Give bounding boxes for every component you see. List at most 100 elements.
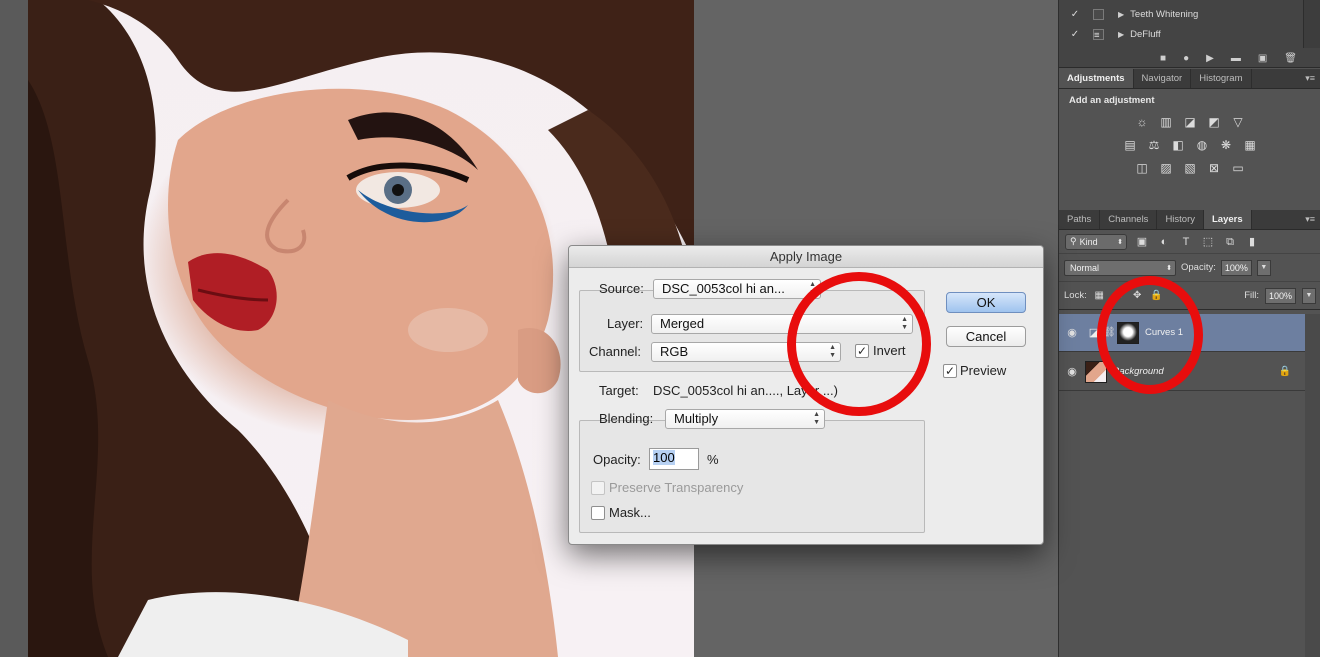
threshold-icon[interactable]: ▧	[1183, 161, 1198, 175]
layer-thumbnail	[1085, 360, 1107, 383]
fill-slider-button[interactable]: ▼	[1302, 287, 1316, 304]
opacity-input[interactable]: 100%	[1220, 259, 1252, 276]
fill-input[interactable]: 100%	[1264, 287, 1296, 304]
target-value: DSC_0053col hi an...., Layer ...)	[653, 383, 838, 398]
stepper-arrows-icon: ▲ ▼	[829, 344, 836, 359]
layer-label: Layer:	[607, 316, 644, 331]
blending-popup[interactable]: Multiply ▲ ▼	[665, 409, 825, 429]
mask-label: Mask...	[609, 505, 651, 520]
preserve-transparency-checkbox[interactable]	[591, 481, 605, 495]
layers-scrollbar[interactable]	[1305, 314, 1320, 657]
exposure-icon[interactable]: ◩	[1207, 115, 1222, 129]
color-balance-icon[interactable]: ⚖	[1147, 138, 1162, 152]
tab-navigator[interactable]: Navigator	[1134, 69, 1192, 88]
action-row[interactable]: ✓ ▶ Teeth Whitening	[1059, 4, 1303, 24]
preserve-transparency-label: Preserve Transparency	[609, 480, 744, 495]
new-action-icon[interactable]: ▣	[1258, 53, 1267, 64]
invert-checkbox[interactable]: ✓	[855, 344, 869, 358]
visibility-eye-icon[interactable]: ◉	[1059, 326, 1085, 339]
black-white-icon[interactable]: ◧	[1171, 138, 1186, 152]
dialog-toggle-box[interactable]: ≡	[1093, 28, 1104, 41]
vibrance-icon[interactable]: ▽	[1231, 115, 1246, 129]
cancel-button[interactable]: Cancel	[946, 326, 1026, 347]
actions-scrollbar[interactable]	[1303, 0, 1320, 48]
link-chain-icon[interactable]: ⛓	[1103, 327, 1116, 338]
opacity-value: 100	[653, 450, 675, 465]
lock-transparent-icon[interactable]: ▦	[1093, 289, 1106, 302]
mask-checkbox[interactable]	[591, 506, 605, 520]
action-toggle-check[interactable]: ✓	[1067, 29, 1083, 40]
color-lookup-icon[interactable]: ▦	[1243, 138, 1258, 152]
layer-row-curves[interactable]: ◉ ◪ ⛓ Curves 1	[1059, 314, 1305, 352]
expand-triangle-icon[interactable]: ▶	[1118, 10, 1124, 19]
layer-name: Background	[1113, 366, 1164, 377]
shape-filter-icon[interactable]: ⬚	[1201, 235, 1215, 249]
tab-paths[interactable]: Paths	[1059, 210, 1101, 229]
levels-icon[interactable]: ▥	[1159, 115, 1174, 129]
tab-layers[interactable]: Layers	[1204, 210, 1252, 229]
filter-toggle-icon[interactable]: ▮	[1245, 235, 1259, 249]
stop-icon[interactable]: ■	[1160, 53, 1166, 64]
curves-adjustment-icon: ◪	[1088, 327, 1100, 339]
delete-icon[interactable]: 🗑	[1284, 53, 1297, 64]
adjustment-icons-row: ◫ ▨ ▧ ⊠ ▭	[1059, 161, 1320, 175]
record-icon[interactable]: ●	[1183, 53, 1189, 64]
lock-position-icon[interactable]: ✥	[1131, 289, 1144, 302]
actions-panel: ✓ ▶ Teeth Whitening ✓ ≡ ▶ DeFluff ■ ● ▶ …	[1059, 0, 1320, 68]
pixel-filter-icon[interactable]: ▣	[1135, 235, 1149, 249]
blending-label: Blending:	[599, 411, 654, 426]
brightness-contrast-icon[interactable]: ☼	[1135, 115, 1150, 129]
opacity-slider-button[interactable]: ▼	[1256, 259, 1271, 276]
channel-popup[interactable]: RGB ▲ ▼	[651, 342, 841, 362]
smart-object-filter-icon[interactable]: ⧉	[1223, 235, 1237, 249]
selective-color-icon[interactable]: ⊠	[1207, 161, 1222, 175]
panel-menu-icon[interactable]: ▾≡	[1299, 210, 1320, 229]
stepper-arrows-icon: ⬍	[1117, 238, 1123, 246]
stepper-arrows-icon: ▲ ▼	[809, 281, 816, 296]
actions-toolbar: ■ ● ▶ ▬ ▣ 🗑	[1059, 48, 1303, 68]
action-toggle-check[interactable]: ✓	[1067, 9, 1083, 20]
action-row[interactable]: ✓ ≡ ▶ DeFluff	[1059, 24, 1303, 44]
layer-row-background[interactable]: ◉ Background 🔒	[1059, 353, 1305, 391]
new-set-icon[interactable]: ▬	[1231, 53, 1241, 64]
dialog-toggle-box[interactable]	[1093, 8, 1104, 20]
photo-filter-icon[interactable]: ◍	[1195, 138, 1210, 152]
opacity-field[interactable]: 100	[649, 448, 699, 470]
expand-triangle-icon[interactable]: ▶	[1118, 30, 1124, 39]
lock-all-icon[interactable]: 🔒	[1150, 289, 1163, 302]
dialog-title: Apply Image	[569, 246, 1043, 268]
tab-histogram[interactable]: Histogram	[1191, 69, 1252, 88]
blend-mode-dropdown[interactable]: Normal ⬍	[1064, 259, 1176, 276]
panel-menu-icon[interactable]: ▾≡	[1299, 69, 1320, 88]
source-popup[interactable]: DSC_0053col hi an... ▲ ▼	[653, 279, 821, 299]
kind-filter-dropdown[interactable]: ⚲ Kind ⬍	[1065, 233, 1127, 250]
source-value: DSC_0053col hi an...	[662, 281, 785, 296]
lock-image-icon[interactable]: ✎	[1112, 289, 1125, 302]
channel-label: Channel:	[589, 344, 642, 359]
play-icon[interactable]: ▶	[1206, 53, 1214, 64]
layer-popup[interactable]: Merged ▲ ▼	[651, 314, 913, 334]
channel-mixer-icon[interactable]: ❋	[1219, 138, 1234, 152]
posterize-icon[interactable]: ▨	[1159, 161, 1174, 175]
type-filter-icon[interactable]: T	[1179, 235, 1193, 249]
ok-button[interactable]: OK	[946, 292, 1026, 313]
tab-channels[interactable]: Channels	[1100, 210, 1158, 229]
layer-mask-thumbnail[interactable]	[1117, 321, 1139, 344]
stepper-arrows-icon: ▲ ▼	[901, 316, 908, 331]
tab-history[interactable]: History	[1157, 210, 1204, 229]
curves-icon[interactable]: ◪	[1183, 115, 1198, 129]
blend-row: Normal ⬍ Opacity: 100% ▼	[1059, 254, 1320, 282]
apply-image-dialog: Apply Image Source: DSC_0053col hi an...…	[568, 245, 1044, 545]
tab-adjustments[interactable]: Adjustments	[1059, 69, 1134, 88]
channel-value: RGB	[660, 344, 689, 359]
invert-icon[interactable]: ◫	[1135, 161, 1150, 175]
adjustment-icons-row: ☼ ▥ ◪ ◩ ▽	[1059, 115, 1320, 129]
gradient-map-icon[interactable]: ▭	[1231, 161, 1246, 175]
visibility-eye-icon[interactable]: ◉	[1059, 365, 1085, 378]
layer-name: Curves 1	[1145, 327, 1184, 338]
panel-dock: ✓ ▶ Teeth Whitening ✓ ≡ ▶ DeFluff ■ ● ▶ …	[1058, 0, 1320, 657]
adjustment-filter-icon[interactable]: ◐	[1157, 235, 1171, 249]
blend-mode-value: Normal	[1070, 262, 1100, 273]
preview-checkbox[interactable]: ✓	[943, 364, 957, 378]
hue-saturation-icon[interactable]: ▤	[1123, 138, 1138, 152]
